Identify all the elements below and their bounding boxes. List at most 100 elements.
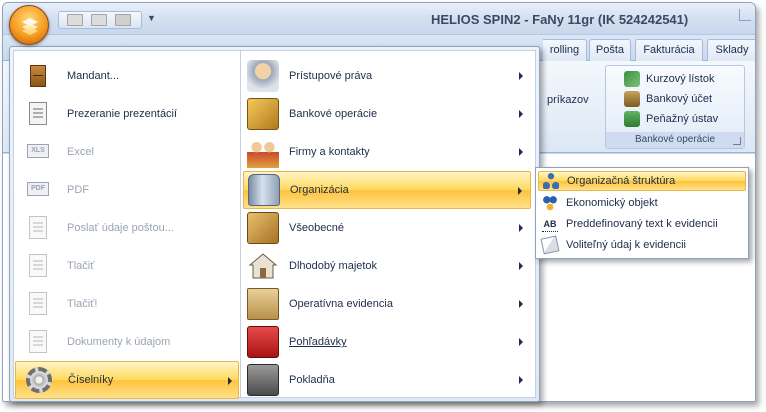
submenu-item-label: Firmy a kontakty xyxy=(289,146,370,158)
bank-account-button[interactable]: Bankový účet xyxy=(624,90,712,108)
group-caption: Bankové operácie xyxy=(606,132,744,148)
window-title: HELIOS SPIN2 - FaNy 11gr (IK 524242541) xyxy=(431,12,689,27)
submenu-item-label: Operatívna evidencia xyxy=(289,298,393,310)
menu-item-print: Tlačiť xyxy=(15,247,239,285)
ciselniky-submenu: Prístupové práva Bankové operácie Firmy … xyxy=(241,50,536,398)
exchange-rate-label: Kurzový lístok xyxy=(646,73,715,85)
submenu-arrow-icon xyxy=(519,338,523,346)
title-bar: ▼ HELIOS SPIN2 - FaNy 11gr (IK 524242541… xyxy=(3,3,755,35)
save-all-icon[interactable] xyxy=(91,14,107,26)
submenu-arrow-icon xyxy=(228,377,232,385)
economic-object-icon xyxy=(542,195,558,211)
customize-toolbar-arrow[interactable]: ▼ xyxy=(147,14,156,23)
dialog-launcher-icon[interactable] xyxy=(733,137,741,145)
printer-icon[interactable] xyxy=(115,14,131,26)
bank-account-label: Bankový účet xyxy=(646,93,713,105)
printer-quick-icon xyxy=(23,289,53,319)
submenu-item-label: Pohľadávky xyxy=(289,336,347,348)
menu-item-label: Tlačiť! xyxy=(67,298,98,310)
office-button[interactable] xyxy=(9,5,49,45)
boxes-icon xyxy=(247,288,279,320)
exchange-rate-button[interactable]: Kurzový lístok xyxy=(624,70,714,88)
window-corner xyxy=(739,9,751,21)
house-icon xyxy=(247,250,279,282)
office-menu-commands: Mandant... Prezeranie prezentácií XLS Ex… xyxy=(13,50,241,399)
submenu-item-label: Organizačná štruktúra xyxy=(567,175,676,187)
bank-account-icon xyxy=(624,91,640,107)
submenu-item-economic-object[interactable]: Ekonomický objekt xyxy=(538,193,746,213)
general-icon xyxy=(247,212,279,244)
organization-icon xyxy=(248,174,280,206)
printer-icon xyxy=(23,251,53,281)
menu-item-mandant[interactable]: Mandant... xyxy=(15,57,239,95)
menu-item-label: Excel xyxy=(67,146,94,158)
group-bank-operations: Kurzový lístok Bankový účet Peňažný ústa… xyxy=(605,65,745,149)
tab-fakturacia[interactable]: Fakturácia xyxy=(635,39,703,61)
access-rights-icon xyxy=(247,60,279,92)
menu-item-label: Mandant... xyxy=(67,70,119,82)
submenu-arrow-icon xyxy=(519,300,523,308)
send-mail-icon xyxy=(23,213,53,243)
submenu-item-org-structure[interactable]: Organizačná štruktúra xyxy=(538,171,746,191)
payment-orders-label: príkazov xyxy=(547,94,589,106)
submenu-arrow-icon xyxy=(518,187,522,195)
bank-institution-button[interactable]: Peňažný ústav xyxy=(624,110,718,128)
menu-item-label: Prezeranie prezentácií xyxy=(67,108,178,120)
documents-icon xyxy=(23,327,53,357)
payment-orders-button[interactable]: príkazov xyxy=(547,91,589,109)
menu-item-label: Číselníky xyxy=(68,374,114,386)
submenu-item-receivables[interactable]: Pohľadávky xyxy=(243,323,531,361)
menu-item-label: Tlačiť xyxy=(67,260,95,272)
submenu-item-optional-field[interactable]: Voliteľný údaj k evidencii xyxy=(538,235,746,255)
menu-item-presentations[interactable]: Prezeranie prezentácií xyxy=(15,95,239,133)
submenu-arrow-icon xyxy=(519,224,523,232)
submenu-item-cash-desk[interactable]: Pokladňa xyxy=(243,361,531,399)
submenu-arrow-icon xyxy=(519,376,523,384)
submenu-item-label: Bankové operácie xyxy=(289,108,378,120)
submenu-item-label: Pokladňa xyxy=(289,374,335,386)
gear-icon xyxy=(24,365,54,395)
menu-item-quick-print: Tlačiť! xyxy=(15,285,239,323)
tab-sklady[interactable]: Sklady xyxy=(707,39,755,61)
submenu-item-label: Prístupové práva xyxy=(289,70,373,82)
submenu-item-bank-operations[interactable]: Bankové operácie xyxy=(243,95,531,133)
submenu-item-fixed-assets[interactable]: Dlhodobý majetok xyxy=(243,247,531,285)
submenu-item-operative-records[interactable]: Operatívna evidencia xyxy=(243,285,531,323)
menu-item-documents: Dokumenty k údajom xyxy=(15,323,239,361)
cash-register-icon xyxy=(247,364,279,396)
submenu-item-general[interactable]: Všeobecné xyxy=(243,209,531,247)
exchange-rate-icon xyxy=(624,71,640,87)
tab-controlling[interactable]: rolling xyxy=(543,39,587,61)
save-icon[interactable] xyxy=(67,14,83,26)
submenu-item-access-rights[interactable]: Prístupové práva xyxy=(243,57,531,95)
menu-item-label: PDF xyxy=(67,184,89,196)
bank-institution-label: Peňažný ústav xyxy=(646,113,719,125)
submenu-item-contacts[interactable]: Firmy a kontakty xyxy=(243,133,531,171)
cabinet-icon xyxy=(23,61,53,91)
contacts-icon xyxy=(247,136,279,168)
submenu-item-label: Organizácia xyxy=(290,184,349,196)
org-structure-icon xyxy=(543,173,559,189)
submenu-item-label: Ekonomický objekt xyxy=(566,197,658,209)
submenu-arrow-icon xyxy=(519,72,523,80)
bank-operations-icon xyxy=(247,98,279,130)
submenu-arrow-icon xyxy=(519,262,523,270)
submenu-item-label: Voliteľný údaj k evidencii xyxy=(566,239,687,251)
office-logo-icon xyxy=(22,18,38,35)
submenu-item-predefined-text[interactable]: AB Preddefinovaný text k evidencii xyxy=(538,214,746,234)
submenu-item-organization[interactable]: Organizácia xyxy=(243,171,531,209)
predefined-text-icon: AB xyxy=(542,216,558,232)
menu-item-excel: XLS Excel xyxy=(15,133,239,171)
presentation-icon xyxy=(23,99,53,129)
organizacia-submenu: Organizačná štruktúra Ekonomický objekt … xyxy=(535,167,749,259)
menu-item-pdf: PDF PDF xyxy=(15,171,239,209)
submenu-item-label: Preddefinovaný text k evidencii xyxy=(566,218,718,230)
optional-field-icon xyxy=(540,235,560,255)
submenu-item-label: Všeobecné xyxy=(289,222,345,234)
tab-posta[interactable]: Pošta xyxy=(589,39,631,61)
menu-item-ciselniky[interactable]: Číselníky xyxy=(15,361,239,399)
submenu-arrow-icon xyxy=(519,110,523,118)
excel-icon: XLS xyxy=(23,137,53,167)
submenu-item-label: Dlhodobý majetok xyxy=(289,260,378,272)
bank-institution-icon xyxy=(624,111,640,127)
